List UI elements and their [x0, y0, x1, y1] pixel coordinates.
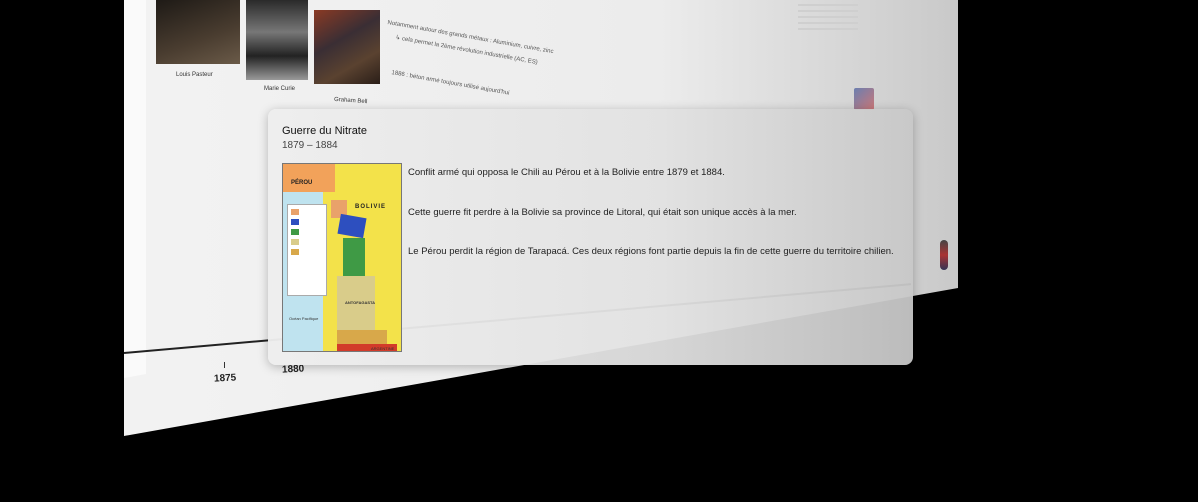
event-description-paragraph: Cette guerre fit perdre à la Bolivie sa … — [408, 207, 797, 218]
faded-text-block — [798, 0, 868, 44]
flag-icon[interactable] — [940, 240, 948, 270]
map-label-bolivia: BOLIVIE — [355, 204, 387, 210]
event-thumbnail-icon[interactable] — [854, 88, 874, 110]
portrait-caption: Louis Pasteur — [176, 72, 213, 78]
event-map-image[interactable]: PÉROU BOLIVIE ANTOFAGASTA Océan Pacifiqu… — [282, 163, 402, 352]
portrait-image[interactable] — [246, 0, 308, 80]
map-label-argentina: ARGENTINE — [371, 346, 395, 351]
portrait-image[interactable] — [156, 0, 240, 64]
timeline-tick — [224, 362, 225, 368]
event-description-paragraph: Conflit armé qui opposa le Chili au Péro… — [408, 167, 725, 178]
page-left-margin — [124, 0, 146, 378]
portrait-image[interactable] — [314, 10, 380, 84]
map-label-ocean: Océan Pacifique — [289, 316, 319, 321]
map-south-region — [337, 330, 387, 344]
map-legend — [287, 204, 327, 296]
map-green-region — [343, 238, 365, 278]
map-litoral-region — [337, 213, 367, 239]
event-popover[interactable]: Guerre du Nitrate 1879 – 1884 PÉROU BOLI… — [268, 109, 913, 365]
map-label-peru: PÉROU — [291, 180, 313, 186]
event-dates: 1879 – 1884 — [282, 140, 338, 151]
timeline-tick-label: 1875 — [213, 372, 237, 385]
portrait-caption: Marie Curie — [264, 86, 296, 92]
event-description-paragraph: Le Pérou perdit la région de Tarapacá. C… — [408, 246, 894, 257]
event-title: Guerre du Nitrate — [282, 125, 367, 137]
timeline-tick-label: 1880 — [281, 363, 305, 376]
map-label-antofagasta: ANTOFAGASTA — [345, 300, 376, 305]
map-peru-region — [283, 164, 335, 192]
